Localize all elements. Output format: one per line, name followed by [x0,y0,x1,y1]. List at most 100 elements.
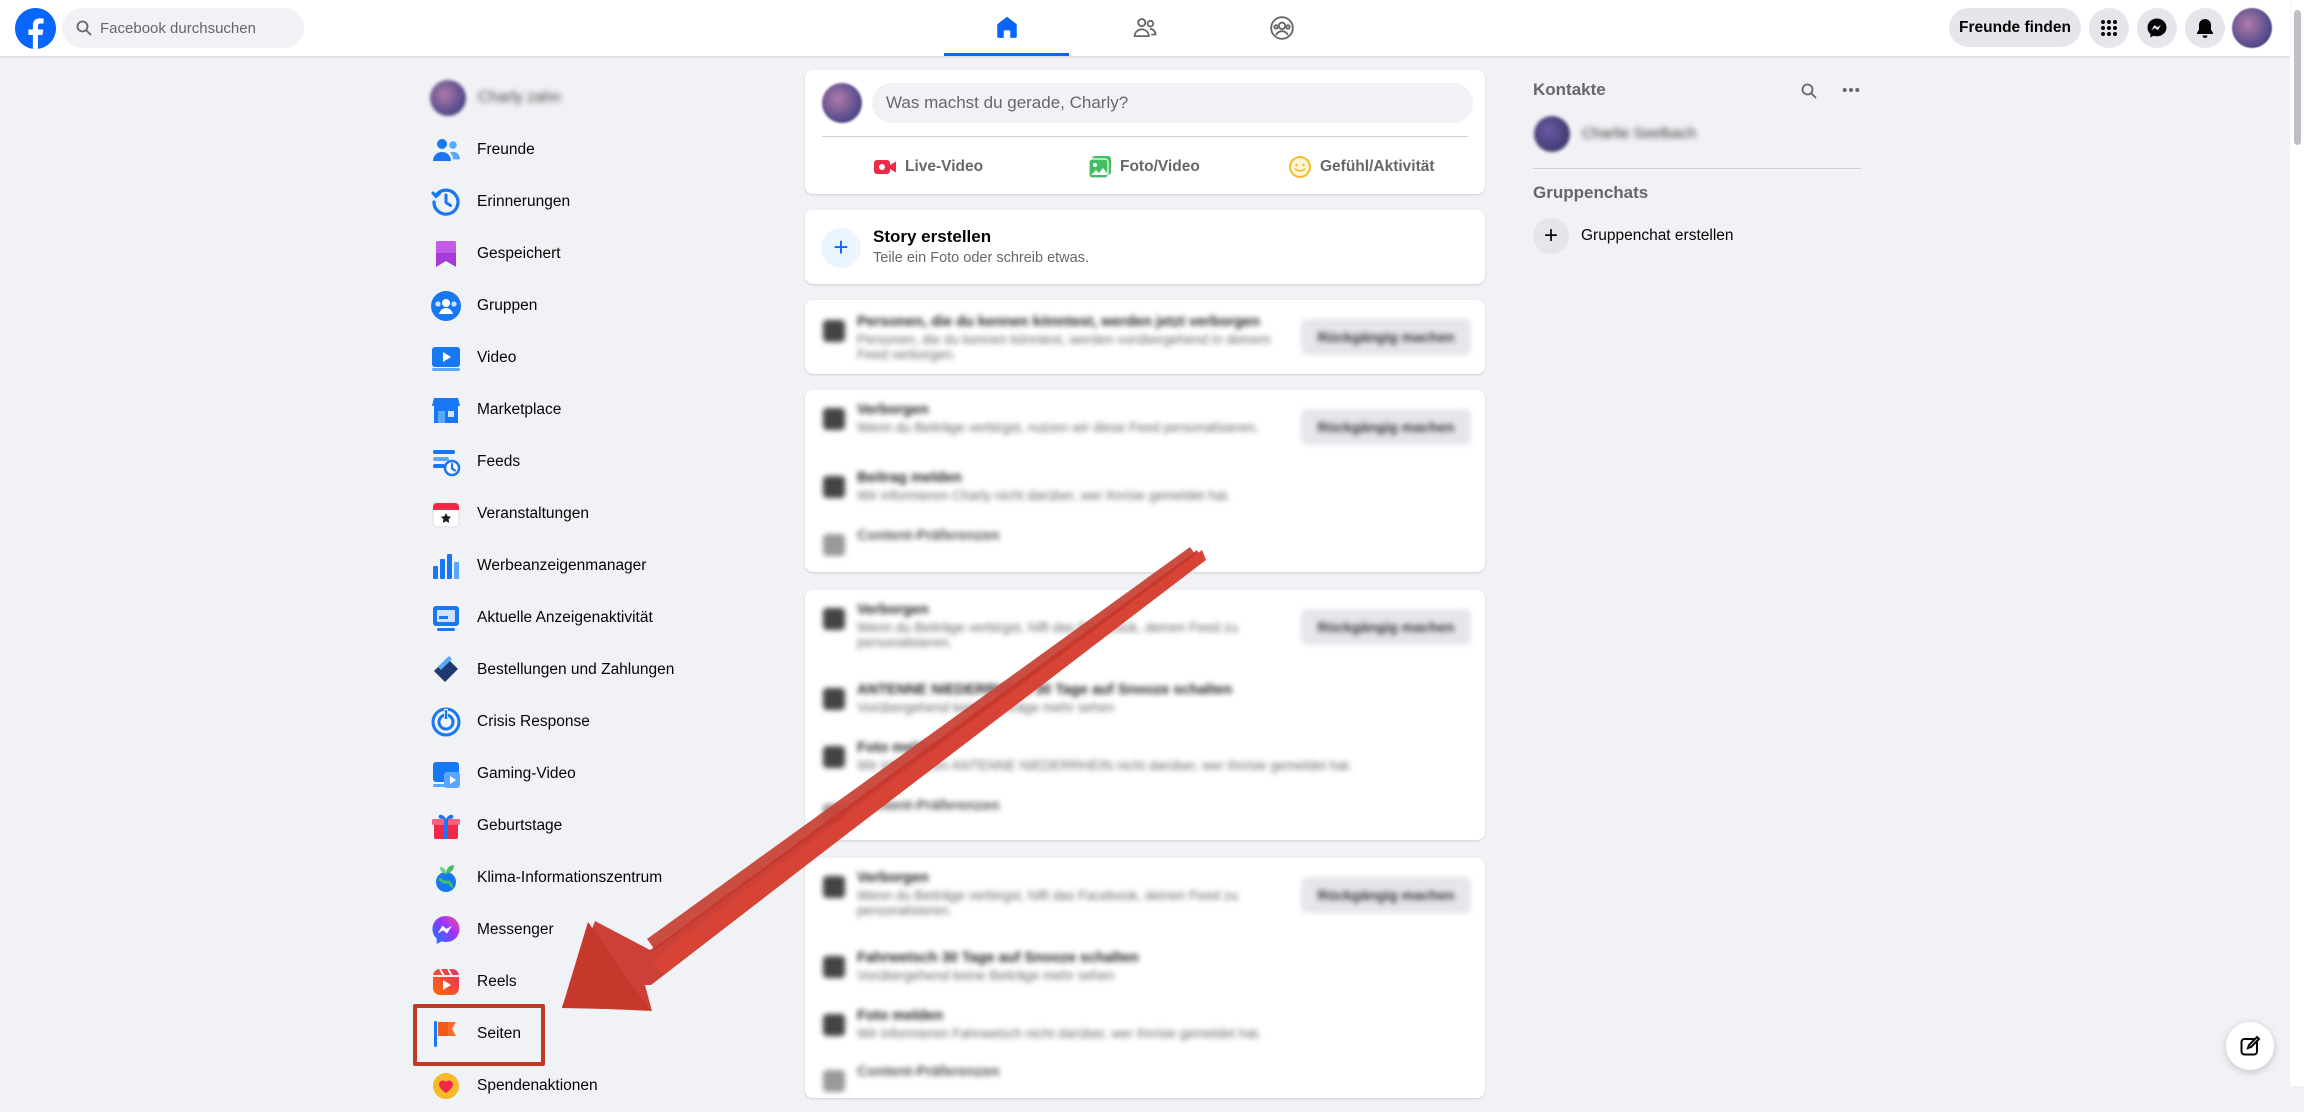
messenger-icon [430,914,462,946]
undo-button[interactable]: Rückgängig machen [1301,319,1471,355]
reels-icon [430,966,462,998]
hidden-row[interactable]: Fahrwetsch 30 Tage auf Snooze schalten Vo… [823,950,1139,983]
messenger-button[interactable] [2137,8,2177,48]
sidebar-item-label: Feeds [477,453,521,470]
sidebar-item-events[interactable]: Veranstaltungen [420,488,780,540]
contact-avatar[interactable] [1534,116,1570,152]
sidebar-item-fundraisers[interactable]: Spendenaktionen [420,1060,780,1112]
hidden-row-title: Verborgen [857,870,929,886]
hidden-row[interactable]: Foto melden Wir informieren Fahrwetsch ni… [823,1008,1261,1041]
search-icon [1801,83,1817,99]
sidebar-item-crisis-response[interactable]: Crisis Response [420,696,780,748]
hidden-row-icon [823,688,845,710]
composer-divider [822,136,1468,137]
undo-button[interactable]: Rückgängig machen [1301,877,1471,913]
hidden-row-icon [823,476,845,498]
page-scrollbar[interactable] [2290,0,2304,1086]
hidden-row[interactable]: Beitrag melden Wir informieren Charly nic… [823,470,1231,503]
sidebar-item-label: Bestellungen und Zahlungen [477,661,675,678]
search-box[interactable] [62,8,304,48]
plus-icon: + [821,228,861,268]
menu-button[interactable] [2089,8,2129,48]
sidebar-item-gaming-video[interactable]: Gaming-Video [420,748,780,800]
sidebar-item-label: Geburtstage [477,817,563,834]
hidden-row-icon [823,608,845,630]
sidebar-item-reels[interactable]: Reels [420,956,780,1008]
sidebar-item-label: Gespeichert [477,245,561,262]
sidebar-item-birthdays[interactable]: Geburtstage [420,800,780,852]
plus-icon[interactable]: + [1533,218,1569,254]
hidden-row-icon [823,956,845,978]
feeling-activity-button[interactable]: Gefühl/Aktivität [1288,148,1435,186]
sidebar-item-memories[interactable]: Erinnerungen [420,176,780,228]
hidden-row[interactable]: ANTENNE NIEDERRHEIN 30 Tage auf Snooze s… [823,682,1232,715]
notifications-button[interactable] [2185,8,2225,48]
post-composer: Was machst du gerade, Charly? Live-Video… [805,70,1485,194]
hidden-row[interactable]: Content-Präferenzen [823,528,1000,556]
friends-icon [1133,18,1156,38]
action-label: Foto/Video [1120,158,1200,175]
hidden-row-title: Content-Präferenzen [857,1064,1000,1080]
sidebar-item-ad-activity[interactable]: Aktuelle Anzeigenaktivität [420,592,780,644]
hidden-row: Verborgen Wenn du Beiträge verbirgst, hil… [823,602,1257,650]
undo-button[interactable]: Rückgängig machen [1301,609,1471,645]
sidebar-item-label: Video [477,349,517,366]
sidebar-item-feeds[interactable]: Feeds [420,436,780,488]
sidebar-item-saved[interactable]: Gespeichert [420,228,780,280]
fundraiser-icon [430,1070,462,1102]
hidden-row-title: Content-Präferenzen [857,528,1000,544]
create-story-card[interactable]: + Story erstellen Teile ein Foto oder sc… [805,210,1485,284]
find-friends-button[interactable]: Freunde finden [1949,8,2081,47]
search-input[interactable] [100,19,290,37]
sidebar-item-ads-manager[interactable]: Werbeanzeigenmanager [420,540,780,592]
sidebar-item-marketplace[interactable]: Marketplace [420,384,780,436]
top-navigation-bar: Freunde finden [0,0,2290,56]
account-avatar[interactable] [2232,8,2272,48]
search-icon [76,20,92,36]
ads-manager-icon [430,550,462,582]
sidebar-item-label: Erinnerungen [477,193,571,210]
sidebar-item-video[interactable]: Video [420,332,780,384]
contacts-search-button[interactable] [1798,80,1820,102]
sidebar-item-climate[interactable]: Klima-Informationszentrum [420,852,780,904]
more-options-icon [1842,88,1860,92]
hidden-row-icon [823,804,845,826]
sidebar-item-payments[interactable]: Bestellungen und Zahlungen [420,644,780,696]
hidden-row-subtitle: Wir informieren ANTENNE NIEDERRHEIN nich… [857,758,1353,773]
groups-icon [1269,16,1294,40]
contacts-options-button[interactable] [1840,79,1862,101]
hidden-row-icon [823,534,845,556]
sidebar-item-messenger[interactable]: Messenger [420,904,780,956]
bell-icon [2197,19,2213,38]
composer-input[interactable]: Was machst du gerade, Charly? [872,83,1473,123]
hidden-row-subtitle: Vorübergehend keine Beiträge mehr sehen [857,968,1115,983]
scrollbar-thumb[interactable] [2294,10,2301,145]
hidden-row[interactable]: Foto melden Wir informieren ANTENNE NIEDE… [823,740,1352,773]
sidebar-item-groups[interactable]: Gruppen [420,280,780,332]
right-column-divider [1533,168,1861,169]
feeds-icon [430,446,462,478]
story-title: Story erstellen [873,227,992,246]
tab-home[interactable] [944,0,1069,56]
sidebar-item-pages[interactable]: Seiten [420,1008,780,1060]
group-chats-title: Gruppenchats [1533,183,1649,202]
gaming-video-icon [430,758,462,790]
contact-name[interactable]: Charlie Seelbach [1582,125,1696,142]
sidebar-profile[interactable]: Charly zahn [420,72,780,124]
sidebar-item-friends[interactable]: Freunde [420,124,780,176]
live-video-button[interactable]: Live-Video [873,148,983,186]
tab-groups[interactable] [1219,0,1344,56]
hidden-row[interactable]: Content-Präferenzen [823,798,1000,826]
groups-icon [430,290,462,322]
sidebar-item-label: Seiten [477,1025,521,1042]
photo-icon [1088,156,1111,179]
marketplace-icon [430,394,462,426]
photo-video-button[interactable]: Foto/Video [1088,148,1200,186]
new-message-button[interactable] [2226,1022,2274,1070]
create-group-chat-button[interactable]: Gruppenchat erstellen [1581,227,1734,245]
facebook-logo[interactable] [15,8,56,49]
tab-friends[interactable] [1082,0,1207,56]
hidden-row[interactable]: Content-Präferenzen [823,1064,1000,1092]
undo-button[interactable]: Rückgängig machen [1301,409,1471,445]
hidden-post-card-1: Personen, die du kennen könntest, werden… [805,300,1485,374]
